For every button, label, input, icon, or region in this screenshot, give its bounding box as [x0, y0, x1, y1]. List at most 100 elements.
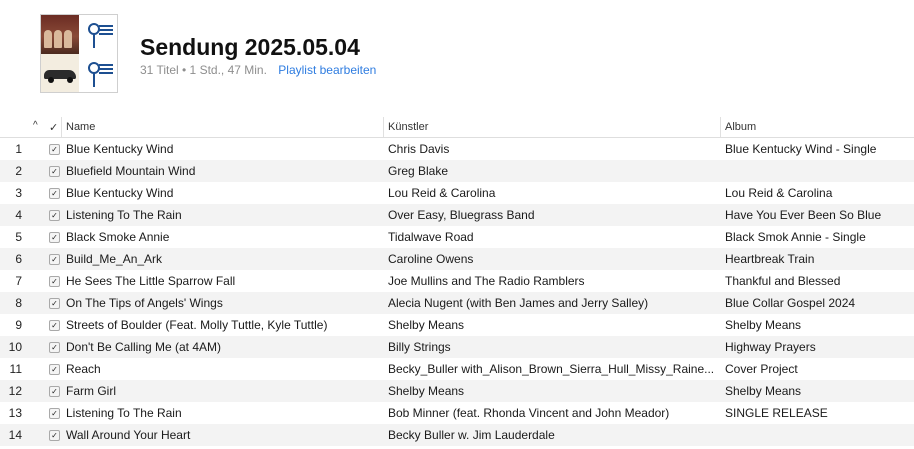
track-number: 7	[15, 274, 22, 288]
track-name: He Sees The Little Sparrow Fall	[66, 274, 236, 288]
track-artist: Chris Davis	[388, 142, 450, 156]
track-row[interactable]: 3 ✓ Blue Kentucky Wind Lou Reid & Carolina L…	[0, 182, 914, 204]
track-name: Listening To The Rain	[66, 208, 182, 222]
track-name: Don't Be Calling Me (at 4AM)	[66, 340, 222, 354]
track-name: Streets of Boulder (Feat. Molly Tuttle, …	[66, 318, 328, 332]
track-number: 3	[15, 186, 22, 200]
track-artist: Bob Minner (feat. Rhonda Vincent and Joh…	[388, 406, 670, 420]
check-column-header[interactable]: ✓	[49, 121, 58, 134]
track-name: Farm Girl	[66, 384, 116, 398]
track-album: Blue Collar Gospel 2024	[725, 296, 856, 310]
track-album: Lou Reid & Carolina	[725, 186, 833, 200]
artwork-tile-car	[41, 53, 79, 92]
track-album: Have You Ever Been So Blue	[725, 208, 882, 222]
column-divider[interactable]	[720, 117, 721, 137]
track-artist: Joe Mullins and The Radio Ramblers	[388, 274, 585, 288]
track-checkbox[interactable]: ✓	[49, 430, 60, 441]
track-row[interactable]: 4 ✓ Listening To The Rain Over Easy, Bluegr…	[0, 204, 914, 226]
track-number: 11	[9, 362, 22, 376]
artwork-tile-banjo-logo	[79, 15, 117, 54]
track-checkbox[interactable]: ✓	[49, 166, 60, 177]
track-row[interactable]: 6 ✓ Build_Me_An_Ark Caroline Owens Heartbrea…	[0, 248, 914, 270]
track-album: Blue Kentucky Wind - Single	[725, 142, 877, 156]
playlist-meta: 31 Titel • 1 Std., 47 Min. Playlist bear…	[140, 63, 376, 77]
track-album: Heartbreak Train	[725, 252, 815, 266]
track-artist: Becky_Buller with_Alison_Brown_Sierra_Hu…	[388, 362, 715, 376]
track-checkbox[interactable]: ✓	[49, 144, 60, 155]
track-row[interactable]: 11 ✓ Reach Becky_Buller with_Alison_Brown_S…	[0, 358, 914, 380]
track-name: On The Tips of Angels' Wings	[66, 296, 223, 310]
playlist-artwork[interactable]	[40, 14, 118, 93]
playlist-summary: 31 Titel • 1 Std., 47 Min.	[140, 63, 267, 77]
track-artist: Lou Reid & Carolina	[388, 186, 496, 200]
track-name: Bluefield Mountain Wind	[66, 164, 196, 178]
track-name: Listening To The Rain	[66, 406, 182, 420]
track-name: Wall Around Your Heart	[66, 428, 191, 442]
track-checkbox[interactable]: ✓	[49, 188, 60, 199]
edit-playlist-link[interactable]: Playlist bearbeiten	[278, 63, 376, 77]
track-artist: Shelby Means	[388, 318, 465, 332]
track-row[interactable]: 13 ✓ Listening To The Rain Bob Minner (feat…	[0, 402, 914, 424]
name-column-header[interactable]: Name	[66, 121, 95, 133]
track-number: 4	[15, 208, 22, 222]
track-album: Thankful and Blessed	[725, 274, 841, 288]
track-number: 14	[8, 428, 22, 442]
track-number: 10	[8, 340, 22, 354]
track-row[interactable]: 2 ✓ Bluefield Mountain Wind Greg Blake	[0, 160, 914, 182]
track-number: 8	[15, 296, 22, 310]
column-divider[interactable]	[61, 117, 62, 137]
track-album: Shelby Means	[725, 384, 802, 398]
album-column-header[interactable]: Album	[725, 121, 756, 133]
track-row[interactable]: 10 ✓ Don't Be Calling Me (at 4AM) Billy Str…	[0, 336, 914, 358]
track-checkbox[interactable]: ✓	[49, 232, 60, 243]
track-album: Highway Prayers	[725, 340, 816, 354]
artwork-tile-banjo-logo-2	[79, 53, 117, 92]
artist-column-header[interactable]: Künstler	[388, 121, 428, 133]
track-name: Build_Me_An_Ark	[66, 252, 163, 266]
track-checkbox[interactable]: ✓	[49, 408, 60, 419]
column-header-bar: ^ ✓ Name Künstler Album	[0, 117, 914, 138]
track-album: Black Smok Annie - Single	[725, 230, 866, 244]
track-row[interactable]: 1 ✓ Blue Kentucky Wind Chris Davis Blue Kent…	[0, 138, 914, 160]
column-divider[interactable]	[383, 117, 384, 137]
track-number: 13	[8, 406, 22, 420]
track-checkbox[interactable]: ✓	[49, 276, 60, 287]
track-row[interactable]: 7 ✓ He Sees The Little Sparrow Fall Joe Mul…	[0, 270, 914, 292]
playlist-title: Sendung 2025.05.04	[140, 34, 360, 60]
track-checkbox[interactable]: ✓	[49, 320, 60, 331]
track-artist: Billy Strings	[388, 340, 451, 354]
track-number: 6	[15, 252, 22, 266]
track-number: 9	[15, 318, 22, 332]
track-row[interactable]: 9 ✓ Streets of Boulder (Feat. Molly Tuttle…	[0, 314, 914, 336]
track-row[interactable]: 5 ✓ Black Smoke Annie Tidalwave Road Black S…	[0, 226, 914, 248]
track-list: 1 ✓ Blue Kentucky Wind Chris Davis Blue Kent…	[0, 138, 914, 446]
track-checkbox[interactable]: ✓	[49, 342, 60, 353]
track-checkbox[interactable]: ✓	[49, 386, 60, 397]
track-name: Blue Kentucky Wind	[66, 142, 174, 156]
track-album: SINGLE RELEASE	[725, 406, 828, 420]
playlist-header: Sendung 2025.05.04 31 Titel • 1 Std., 47…	[0, 0, 914, 117]
track-checkbox[interactable]: ✓	[49, 364, 60, 375]
track-checkbox[interactable]: ✓	[49, 210, 60, 221]
track-row[interactable]: 8 ✓ On The Tips of Angels' Wings Alecia Nug…	[0, 292, 914, 314]
track-name: Blue Kentucky Wind	[66, 186, 174, 200]
track-number: 2	[15, 164, 22, 178]
track-row[interactable]: 12 ✓ Farm Girl Shelby Means Shelby Means	[0, 380, 914, 402]
track-number: 5	[15, 230, 22, 244]
sort-indicator-icon[interactable]: ^	[33, 120, 38, 131]
track-checkbox[interactable]: ✓	[49, 298, 60, 309]
track-artist: Over Easy, Bluegrass Band	[388, 208, 535, 222]
track-album: Cover Project	[725, 362, 798, 376]
track-artist: Caroline Owens	[388, 252, 474, 266]
track-artist: Alecia Nugent (with Ben James and Jerry …	[388, 296, 649, 310]
track-artist: Shelby Means	[388, 384, 465, 398]
track-number: 1	[15, 142, 22, 156]
track-artist: Greg Blake	[388, 164, 449, 178]
track-row[interactable]: 14 ✓ Wall Around Your Heart Becky Buller w.…	[0, 424, 914, 446]
track-checkbox[interactable]: ✓	[49, 254, 60, 265]
track-name: Reach	[66, 362, 101, 376]
track-number: 12	[8, 384, 22, 398]
track-artist: Tidalwave Road	[388, 230, 474, 244]
track-album: Shelby Means	[725, 318, 802, 332]
artwork-tile-band-photo	[41, 15, 79, 54]
